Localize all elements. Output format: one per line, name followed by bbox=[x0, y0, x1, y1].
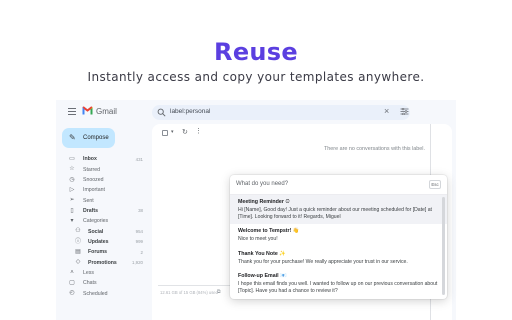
sidebar-item-sent[interactable]: ➢ Sent bbox=[56, 195, 152, 205]
external-link-icon[interactable]: ⧉ bbox=[217, 289, 221, 295]
sidebar-item-forums[interactable]: ▤ Forums 2 bbox=[56, 247, 152, 257]
sidebar-item-count: 999 bbox=[135, 239, 143, 245]
sidebar-item-drafts[interactable]: ▯ Drafts 38 bbox=[56, 206, 152, 216]
template-emoji-icon: ✨ bbox=[279, 250, 286, 257]
gmail-topbar: Gmail label:personal × bbox=[56, 100, 456, 124]
sidebar-item-label: Updates bbox=[88, 238, 109, 245]
send-icon: ➢ bbox=[69, 197, 75, 204]
sidebar-item-label: Less bbox=[83, 269, 94, 276]
search-options-icon[interactable] bbox=[400, 108, 409, 115]
select-caret-icon[interactable]: ▾ bbox=[171, 129, 174, 135]
gmail-app-name: Gmail bbox=[96, 107, 117, 116]
search-icon[interactable] bbox=[157, 108, 166, 117]
template-preview: Nice to meet you! bbox=[238, 236, 278, 243]
template-item[interactable]: Follow-up Email 📧 I hope this email finds… bbox=[230, 269, 447, 298]
menu-icon[interactable] bbox=[68, 108, 76, 115]
template-title-text: Welcome to Tempstr! bbox=[238, 228, 292, 235]
template-emoji-icon: ⏲ bbox=[285, 199, 290, 205]
more-icon[interactable]: ⋮ bbox=[195, 127, 202, 135]
popup-scrollbar[interactable] bbox=[442, 197, 445, 295]
sidebar-item-count: 954 bbox=[135, 229, 143, 234]
chat-icon: ▢ bbox=[69, 280, 75, 287]
info-icon: ⓘ bbox=[75, 238, 82, 245]
schedule-icon: ◴ bbox=[69, 290, 75, 297]
template-preview: Hi [Name], Good day! Just a quick remind… bbox=[238, 207, 432, 220]
important-icon: ▷ bbox=[69, 187, 75, 194]
template-preview: Thank you for your purchase! We really a… bbox=[238, 258, 408, 265]
esc-key-hint[interactable]: Esc bbox=[429, 180, 441, 189]
template-search[interactable]: What do you need? Esc bbox=[236, 179, 441, 192]
template-title: Follow-up Email 📧 bbox=[238, 273, 439, 280]
sidebar-item-label: Categories bbox=[83, 218, 109, 225]
sidebar-item-count: 431 bbox=[135, 156, 143, 162]
compose-label: Compose bbox=[83, 135, 109, 141]
sidebar-item-label: Important bbox=[83, 187, 105, 194]
caret-down-icon: ▾ bbox=[70, 218, 74, 225]
sidebar-item-label: Promotions bbox=[88, 259, 117, 266]
template-emoji-icon: 📧 bbox=[280, 273, 287, 280]
template-item[interactable]: Thank You Note ✨ Thank you for your purch… bbox=[230, 247, 447, 270]
template-search-input[interactable]: What do you need? bbox=[236, 181, 288, 187]
draft-icon: ▯ bbox=[70, 207, 74, 214]
sidebar-item-promotions[interactable]: ◇ Promotions 1,920 bbox=[56, 257, 152, 267]
sidebar-item-label: Forums bbox=[88, 249, 108, 256]
sidebar-item-count: 1,920 bbox=[132, 260, 143, 266]
compose-button[interactable]: ✎ Compose bbox=[62, 128, 115, 148]
inbox-icon: ▭ bbox=[69, 156, 75, 162]
sidebar-item-less[interactable]: ˄ Less bbox=[56, 268, 152, 278]
template-item[interactable]: Meeting Reminder ⏲ Hi [Name], Good day! J… bbox=[230, 195, 447, 225]
storage-bar bbox=[158, 285, 230, 286]
sidebar-item-label: Snoozed bbox=[83, 176, 104, 183]
sidebar-item-starred[interactable]: ☆ Starred bbox=[56, 164, 152, 174]
template-preview: I hope this email finds you well. I want… bbox=[238, 281, 438, 294]
sidebar-item-chats[interactable]: ▢ Chats bbox=[56, 278, 152, 288]
sidebar-item-social[interactable]: ⚇ Social 954 bbox=[56, 226, 152, 236]
sidebar-item-label: Inbox bbox=[83, 156, 97, 163]
search-bar[interactable]: label:personal bbox=[152, 105, 410, 120]
sidebar-item-label: Social bbox=[88, 228, 104, 235]
sidebar-item-label: Chats bbox=[83, 280, 97, 287]
pencil-icon: ✎ bbox=[69, 133, 76, 142]
hero-subtitle: Instantly access and copy your templates… bbox=[87, 70, 425, 84]
forum-icon: ▤ bbox=[75, 249, 81, 256]
sidebar-item-label: Sent bbox=[83, 197, 94, 204]
hero-title: Reuse bbox=[214, 38, 298, 66]
empty-label-message: There are no conversations with this lab… bbox=[324, 146, 425, 152]
sidebar-item-count: 38 bbox=[138, 208, 143, 214]
template-picker-popup: What do you need? Esc Meeting Reminder ⏲… bbox=[230, 175, 447, 299]
template-title: Welcome to Tempstr! 👋 bbox=[238, 228, 439, 235]
clear-search-icon[interactable]: × bbox=[384, 107, 389, 116]
page: Reuse Instantly access and copy your tem… bbox=[0, 0, 512, 320]
star-icon: ☆ bbox=[69, 166, 75, 173]
template-emoji-icon: 👋 bbox=[292, 228, 300, 235]
sidebar-item-snoozed[interactable]: ◷ Snoozed bbox=[56, 175, 152, 185]
clock-icon: ◷ bbox=[69, 176, 75, 183]
template-title-text: Thank You Note bbox=[238, 250, 278, 257]
sidebar-item-label: Scheduled bbox=[83, 290, 108, 297]
sidebar-item-inbox[interactable]: ▭ Inbox 431 bbox=[56, 154, 152, 164]
template-title: Meeting Reminder ⏲ bbox=[238, 199, 439, 206]
sidebar-item-updates[interactable]: ⓘ Updates 999 bbox=[56, 237, 152, 247]
people-icon: ⚇ bbox=[75, 228, 81, 235]
storage-usage: 12.61 GB of 15 GB (84%) used bbox=[160, 290, 218, 295]
select-all-checkbox[interactable] bbox=[162, 130, 168, 136]
template-item[interactable]: Welcome to Tempstr! 👋 Nice to meet you! bbox=[230, 224, 447, 247]
tag-icon: ◇ bbox=[75, 259, 81, 266]
sidebar-item-label: Drafts bbox=[83, 207, 98, 214]
sidebar-item-important[interactable]: ▷ Important bbox=[56, 185, 152, 195]
template-title-text: Follow-up Email bbox=[238, 273, 279, 280]
sidebar-item-scheduled[interactable]: ◴ Scheduled bbox=[56, 288, 152, 298]
caret-up-icon: ˄ bbox=[70, 269, 74, 276]
sidebar-item-label: Starred bbox=[83, 166, 101, 173]
template-title: Thank You Note ✨ bbox=[238, 251, 439, 258]
sidebar-item-categories[interactable]: ▾ Categories bbox=[56, 216, 152, 226]
refresh-icon[interactable]: ↻ bbox=[182, 128, 188, 136]
template-list: Meeting Reminder ⏲ Hi [Name], Good day! J… bbox=[230, 195, 447, 299]
gmail-logo-icon bbox=[82, 106, 93, 115]
sidebar-item-count: 2 bbox=[140, 249, 143, 255]
template-title-text: Meeting Reminder bbox=[238, 199, 284, 205]
sidebar-nav: ▭ Inbox 431 ☆ Starred ◷ Snoozed ▷ Important ➢ Sent… bbox=[56, 154, 152, 299]
search-input[interactable]: label:personal bbox=[170, 108, 210, 115]
